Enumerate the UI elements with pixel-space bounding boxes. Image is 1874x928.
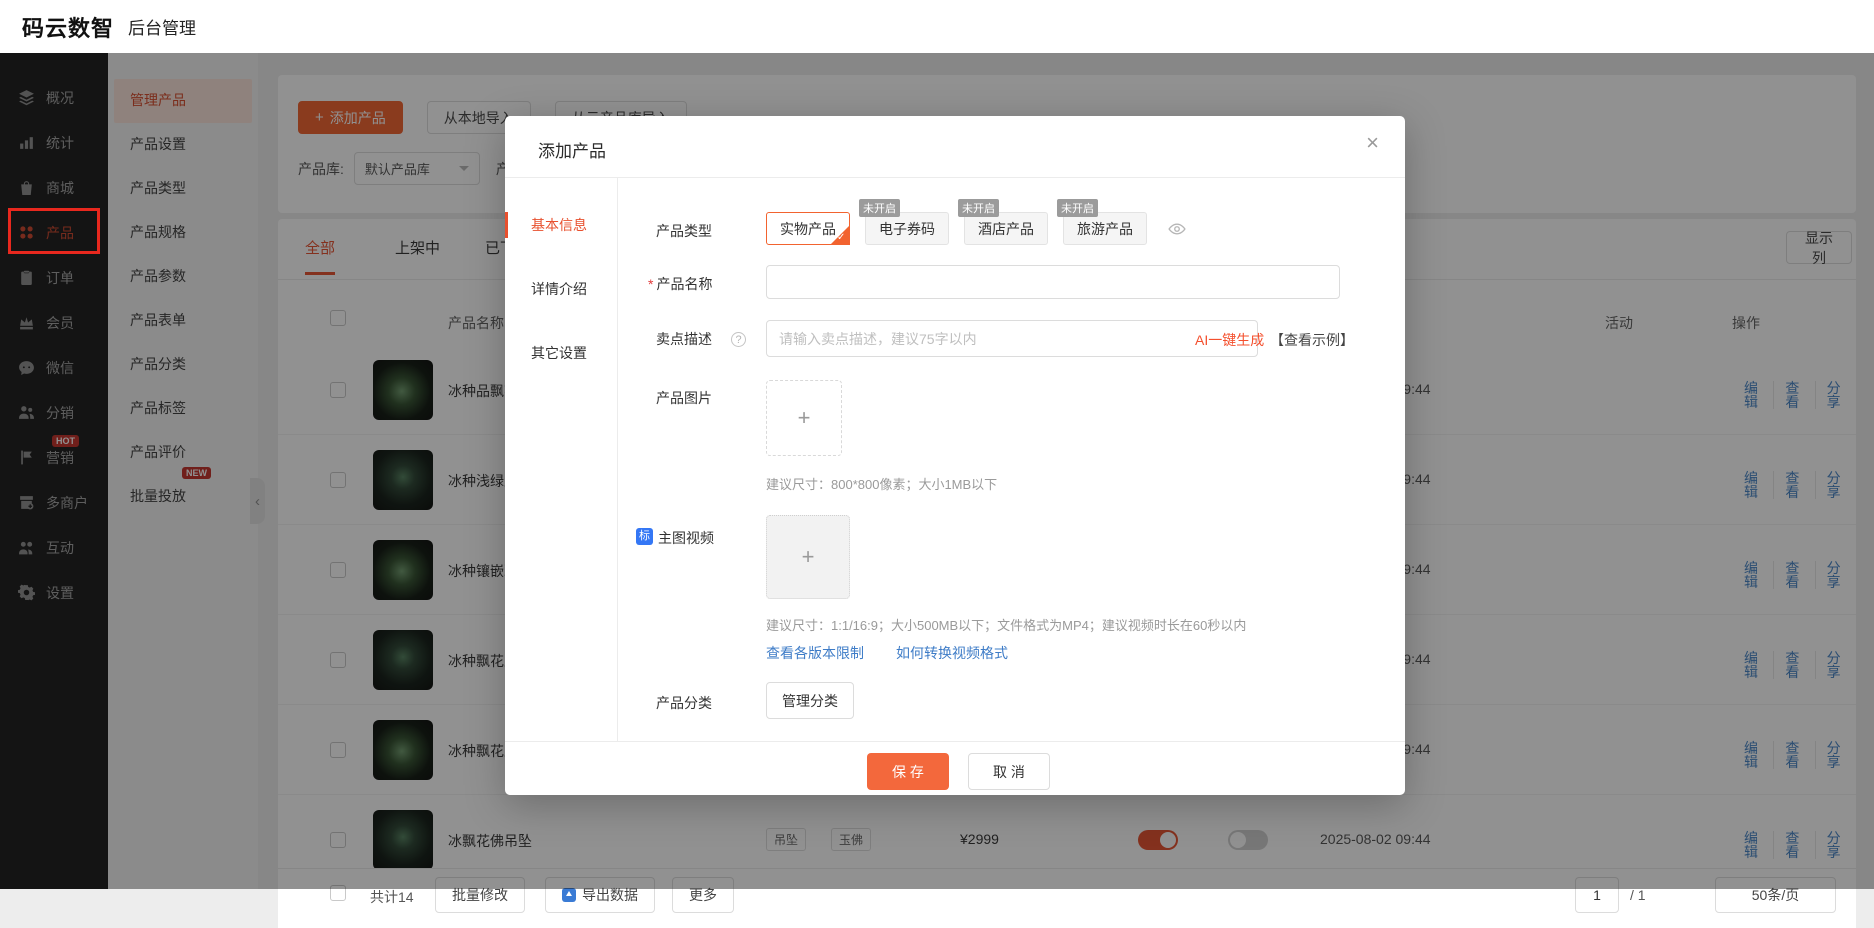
- modal-header: 添加产品 ×: [505, 116, 1405, 178]
- ai-generate-button[interactable]: AI一键生成: [1195, 330, 1264, 350]
- required-asterisk: *: [648, 276, 653, 292]
- close-icon[interactable]: ×: [1366, 132, 1379, 154]
- selling-point-input[interactable]: [766, 320, 1258, 357]
- product-category-label: 产品分类: [656, 693, 712, 713]
- page-total-label: / 1: [1630, 887, 1646, 903]
- product-name-label: *产品名称: [648, 274, 712, 294]
- type-option-label: 实物产品: [780, 219, 836, 239]
- selected-check-corner: ✓: [830, 225, 850, 245]
- disabled-badge: 未开启: [958, 199, 999, 217]
- modal-tab-other-settings[interactable]: 其它设置: [505, 338, 617, 368]
- video-tag-badge: 标: [636, 528, 653, 545]
- plus-icon: +: [802, 544, 815, 570]
- type-option-label: 旅游产品: [1077, 219, 1133, 239]
- type-option-label: 电子券码: [879, 219, 935, 239]
- modal-footer: 保 存 取 消: [505, 741, 1405, 795]
- active-tab-indicator: [505, 212, 508, 238]
- app-subtitle: 后台管理: [128, 14, 196, 39]
- modal-tab-label: 详情介绍: [531, 281, 587, 297]
- brand-logo: 码云数智: [22, 11, 114, 43]
- product-image-label: 产品图片: [656, 388, 712, 408]
- type-option-label: 酒店产品: [978, 219, 1034, 239]
- product-type-label: 产品类型: [656, 221, 712, 241]
- modal-tab-label: 基本信息: [531, 217, 587, 233]
- disabled-badge: 未开启: [1057, 199, 1098, 217]
- product-type-options: 实物产品 ✓ 未开启 电子券码 未开启 酒店产品 未开启 旅游产品: [766, 212, 1186, 245]
- image-upload-box[interactable]: +: [766, 380, 842, 456]
- cancel-button[interactable]: 取 消: [968, 753, 1050, 790]
- top-header: 码云数智 后台管理: [0, 0, 1874, 53]
- view-example-link[interactable]: 【查看示例】: [1270, 330, 1354, 350]
- modal-tab-column: 基本信息 详情介绍 其它设置: [505, 178, 618, 741]
- version-limits-link[interactable]: 查看各版本限制: [766, 643, 864, 663]
- image-size-hint: 建议尺寸：800*800像素；大小1MB以下: [766, 474, 997, 493]
- modal-tab-basic-info[interactable]: 基本信息: [505, 210, 617, 240]
- manage-category-button[interactable]: 管理分类: [766, 682, 854, 719]
- product-nav-highlight: [8, 208, 100, 254]
- modal-tab-label: 其它设置: [531, 345, 587, 361]
- save-button[interactable]: 保 存: [867, 753, 949, 790]
- check-icon: ✓: [837, 232, 845, 243]
- type-option-hotel[interactable]: 未开启 酒店产品: [964, 212, 1048, 245]
- product-name-input[interactable]: [766, 265, 1340, 299]
- add-product-modal: 添加产品 × 基本信息 详情介绍 其它设置 产品类型 实物产品 ✓ 未开启 电子…: [505, 116, 1405, 795]
- modal-tab-details[interactable]: 详情介绍: [505, 274, 617, 304]
- eye-icon[interactable]: [1168, 220, 1186, 238]
- type-option-evoucher[interactable]: 未开启 电子券码: [865, 212, 949, 245]
- export-icon: [562, 888, 576, 902]
- type-option-travel[interactable]: 未开启 旅游产品: [1063, 212, 1147, 245]
- plus-icon: +: [798, 405, 811, 431]
- modal-title: 添加产品: [538, 137, 606, 162]
- selling-point-label: 卖点描述: [656, 329, 712, 349]
- total-count: 共计14: [370, 887, 414, 907]
- product-name-label-text: 产品名称: [656, 276, 712, 292]
- disabled-badge: 未开启: [859, 199, 900, 217]
- question-icon[interactable]: ?: [731, 332, 746, 347]
- main-video-label: 主图视频: [658, 528, 714, 548]
- video-size-hint: 建议尺寸：1:1/16:9；大小500MB以下；文件格式为MP4；建议视频时长在…: [766, 615, 1246, 634]
- video-upload-box[interactable]: +: [766, 515, 850, 599]
- convert-video-link[interactable]: 如何转换视频格式: [896, 643, 1008, 663]
- type-option-physical[interactable]: 实物产品 ✓: [766, 212, 850, 245]
